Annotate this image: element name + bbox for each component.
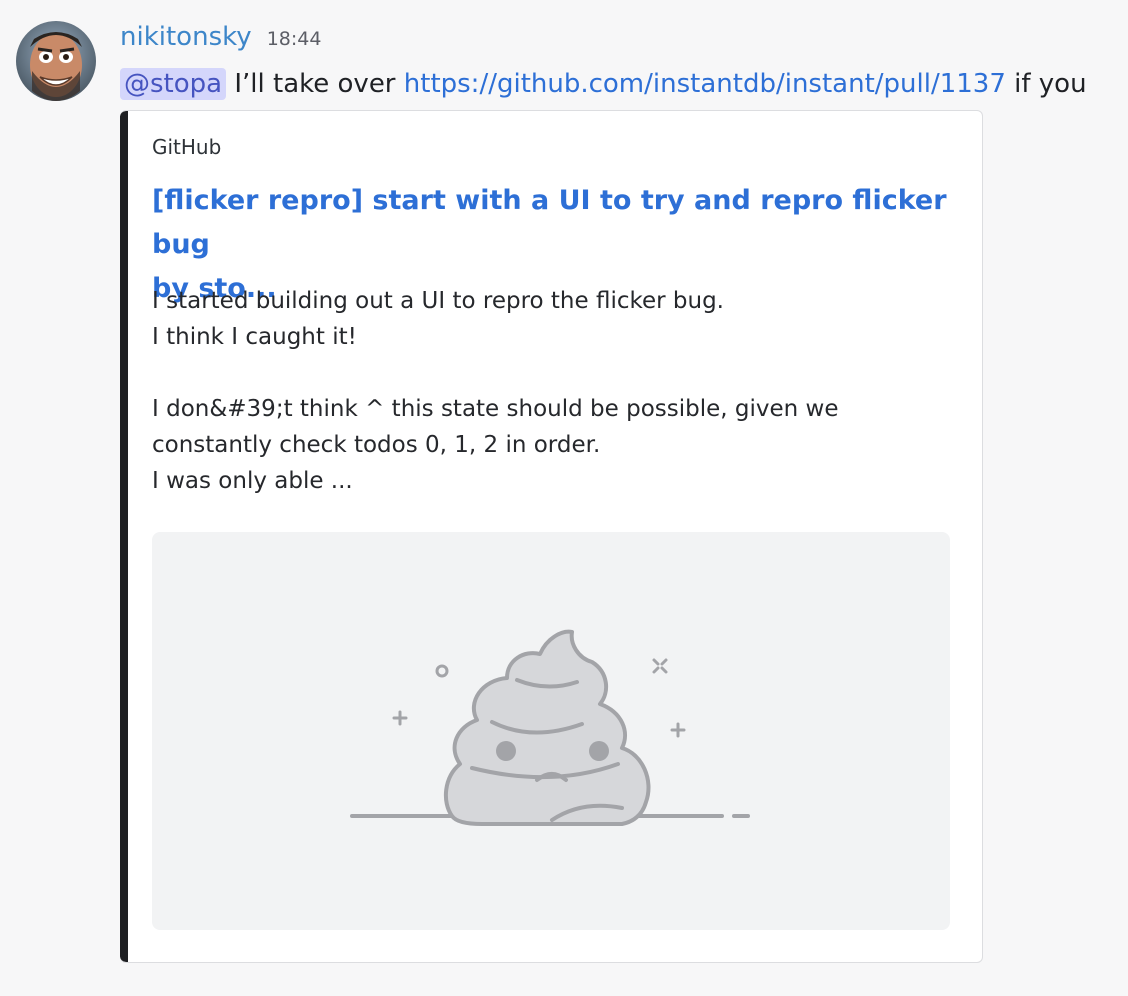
message-text: I’ll take over: [226, 69, 404, 99]
username[interactable]: nikitonsky: [120, 22, 252, 52]
embed-title-line[interactable]: [flicker repro] start with a UI to try a…: [152, 179, 952, 267]
avatar[interactable]: [16, 21, 96, 101]
description-line: constantly check todos 0, 1, 2 in order.: [152, 432, 601, 458]
message-header: nikitonsky 18:44: [120, 22, 321, 52]
placeholder-poop-icon: [350, 629, 750, 826]
embed-image-placeholder[interactable]: [152, 532, 950, 930]
description-line: I started building out a UI to repro the…: [152, 288, 724, 314]
user-mention[interactable]: @stopa: [120, 68, 227, 100]
description-line: I don&#39;t think ^ this state should be…: [152, 396, 839, 422]
description-line: I think I caught it!: [152, 324, 357, 350]
message-content: @stopa I’ll take over https://github.com…: [120, 62, 1128, 106]
chat-message: nikitonsky 18:44 @stopa I’ll take over h…: [0, 0, 1128, 996]
description-line: I was only able ...: [152, 468, 353, 494]
message-text-trailing: if you: [1005, 69, 1087, 99]
embed-provider: GitHub: [152, 135, 222, 159]
message-link[interactable]: https://github.com/instantdb/instant/pul…: [404, 69, 1006, 99]
embed-description: I started building out a UI to repro the…: [152, 283, 912, 499]
embed-accent-bar: [120, 111, 128, 962]
link-embed: GitHub [flicker repro] start with a UI t…: [120, 110, 983, 963]
timestamp[interactable]: 18:44: [267, 28, 322, 50]
